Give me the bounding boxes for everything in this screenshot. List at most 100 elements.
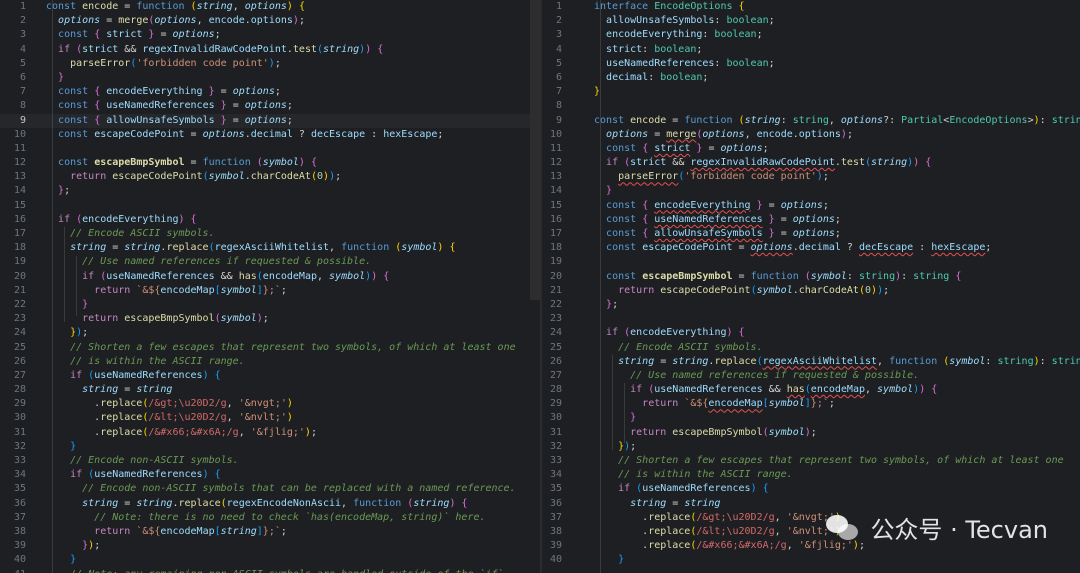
line-number: 14 [13,185,26,197]
code-line: 3 const { strict } = options; [0,28,540,42]
code-line: 25 // Shorten a few escapes that represe… [0,341,540,355]
line-number: 28 [13,384,26,396]
code-line: 19 [542,255,1080,269]
line-number: 24 [549,327,562,339]
wechat-icon [826,513,860,543]
code-line: 6 decimal: boolean; [542,71,1080,85]
line-number: 19 [549,256,562,268]
line-number: 4 [19,43,26,55]
code-area-right[interactable]: 1 interface EncodeOptions { 2 allowUnsafe… [542,0,1080,568]
code-text: return escapeCodePoint(symbol.charCodeAt… [70,171,342,183]
code-text: options = merge(options, encode.options)… [58,15,305,27]
code-text: // Encode ASCII symbols. [70,228,215,239]
code-line: 19 // Use named references if requested … [0,255,540,269]
code-text: if (useNamedReferences) { [70,469,221,481]
code-line: 24 }); [0,326,540,340]
line-number: 15 [549,199,562,211]
code-text: } [58,71,65,83]
code-line: 34 // is within the ASCII range. [542,468,1080,482]
code-text: const { useNamedReferences } = options; [606,213,841,225]
code-line: 5 parseError('forbidden code point'); [0,57,540,71]
code-line: 26 // is within the ASCII range. [0,355,540,369]
code-line: 7} [542,85,1080,99]
code-text: // Note: there is no need to check `has(… [94,511,486,523]
code-text: } [70,440,77,452]
code-text: useNamedReferences: boolean; [606,57,775,69]
line-number: 40 [13,554,26,566]
editor-pane-left[interactable]: 1 const encode = function (string, option… [0,0,540,573]
code-line: 28 if (useNamedReferences && has(encodeM… [542,383,1080,397]
line-number: 23 [549,313,562,325]
code-line: 16 const { useNamedReferences } = option… [542,213,1080,227]
code-line: 12 if (strict && regexInvalidRawCodePoin… [542,156,1080,170]
code-text: interface EncodeOptions { [594,1,745,12]
code-text: const { encodeEverything } = options; [606,199,829,211]
line-number: 37 [13,511,26,523]
line-number: 3 [19,29,26,41]
line-number: 26 [13,355,26,367]
code-text: const { strict } = options; [58,29,221,41]
line-number: 10 [549,128,562,140]
code-text: .replace(/&gt;\u20D2/g, '&nvgt;') [46,398,293,410]
code-line: 37 // Note: there is no need to check `h… [0,511,540,525]
code-line: 8 const { useNamedReferences } = options… [0,99,540,113]
line-number: 8 [19,100,26,112]
code-line: 34 if (useNamedReferences) { [0,468,540,482]
code-text: string = string.replace(regexAsciiWhitel… [70,242,456,254]
code-line: 41 // Note: any remaining non-ASCII symb… [0,568,540,573]
code-line: 17 const { allowUnsafeSymbols } = option… [542,227,1080,241]
code-text: if (useNamedReferences && has(encodeMap,… [630,384,938,396]
line-number: 9 [19,114,26,126]
code-line: 3 encodeEverything: boolean; [542,28,1080,42]
code-line: 18 const escapeCodePoint = options.decim… [542,241,1080,255]
code-text: } [630,412,637,424]
line-number: 40 [549,554,562,566]
code-text: const encode = function (string, options… [46,1,305,12]
code-text: allowUnsafeSymbols: boolean; [606,15,775,27]
line-number: 16 [549,213,562,225]
editor-pane-right[interactable]: 1 interface EncodeOptions { 2 allowUnsafe… [542,0,1080,573]
code-area-left[interactable]: 1 const encode = function (string, option… [0,0,540,573]
line-number: 39 [13,540,26,552]
code-text: } [606,185,613,197]
code-line: 21 return escapeCodePoint(symbol.charCod… [542,284,1080,298]
code-line: 31 .replace(/&#x66;&#x6A;/g, '&fjlig;'); [0,426,540,440]
line-number: 17 [13,228,26,239]
line-number: 6 [555,71,562,83]
line-number: 2 [555,15,562,27]
code-text: return `&${encodeMap[symbol]};`; [94,284,287,296]
code-line: 22 } [0,298,540,312]
code-text: if (strict && regexInvalidRawCodePoint.t… [606,157,932,169]
code-line: 11 const { strict } = options; [542,142,1080,156]
line-number: 18 [549,242,562,254]
line-number: 21 [549,284,562,296]
code-text: encodeEverything: boolean; [606,29,763,41]
code-line: 13 return escapeCodePoint(symbol.charCod… [0,170,540,184]
code-line: 14 }; [0,184,540,198]
code-text: parseError('forbidden code point'); [618,171,829,183]
code-text: string = string [630,497,721,509]
code-line: 25 // Encode ASCII symbols. [542,341,1080,355]
code-text: string = string.replace(regexAsciiWhitel… [618,355,1080,367]
code-text: options = merge(options, encode.options)… [606,128,853,140]
code-text: if (encodeEverything) { [606,327,745,339]
editor-split-view: 1 const encode = function (string, option… [0,0,1080,573]
line-number: 28 [549,384,562,396]
line-number: 37 [549,511,562,523]
code-text: if (useNamedReferences) { [70,369,221,381]
watermark: 公众号 · Tecvan [826,510,1048,545]
code-line: 35 if (useNamedReferences) { [542,482,1080,496]
line-number: 30 [13,412,26,424]
code-line: 2 options = merge(options, encode.option… [0,14,540,28]
code-line: 20 if (useNamedReferences && has(encodeM… [0,270,540,284]
code-line: 1 interface EncodeOptions { [542,0,1080,14]
code-text: if (useNamedReferences && has(encodeMap,… [82,270,390,282]
code-text: return escapeCodePoint(symbol.charCodeAt… [618,284,890,296]
line-number: 25 [549,341,562,353]
vertical-scrollbar[interactable] [530,0,540,300]
code-line: 1 const encode = function (string, option… [0,0,540,14]
code-text: // Encode ASCII symbols. [618,341,763,353]
line-number: 29 [549,398,562,410]
line-number: 22 [13,298,26,310]
code-text: const { encodeEverything } = options; [58,86,281,98]
